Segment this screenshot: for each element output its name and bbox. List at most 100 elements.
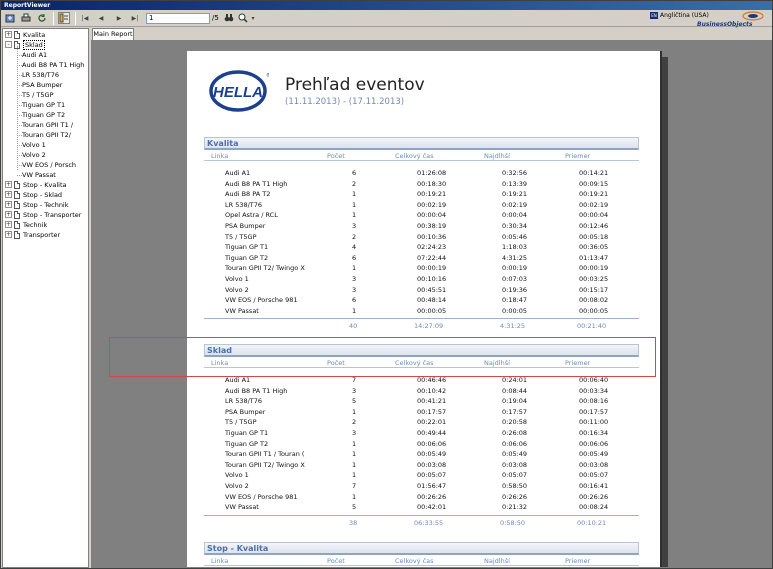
tree-leaf-node[interactable]: VW Passat xyxy=(22,170,56,179)
cell-linka: VW Passat xyxy=(225,503,259,512)
cell-linka: PSA Bumper xyxy=(225,407,266,416)
cell-najdlhsi: 0:19:36 xyxy=(502,285,528,294)
cell-priemer: 00:08:02 xyxy=(579,296,609,305)
language-indicator[interactable]: EN Angličtina (USA) xyxy=(650,11,709,19)
expand-icon[interactable]: + xyxy=(5,231,12,238)
section-total-row: 40 14:27:09 4:31:25 00:21:40 xyxy=(187,321,662,332)
tree-group-node[interactable]: + Stop - Sklad xyxy=(5,190,62,199)
total-pocet: 38 xyxy=(349,518,358,527)
next-page-icon[interactable]: ▶ xyxy=(113,13,125,24)
tree-leaf-node[interactable]: Tiguan GP T2 xyxy=(22,110,65,119)
cell-najdlhsi: 0:19:21 xyxy=(502,190,528,199)
previous-page-icon[interactable]: ◀ xyxy=(95,13,107,24)
expand-icon[interactable]: + xyxy=(5,201,12,208)
tree-group-node[interactable]: - Sklad xyxy=(5,39,45,50)
tree-leaf-node[interactable]: Tiguan GP T1 xyxy=(22,100,65,109)
cell-celkovy-cas: 00:03:08 xyxy=(417,460,447,469)
tree-node-label: Stop - Transporter xyxy=(23,210,82,219)
tree-leaf-node[interactable]: Volvo 2 xyxy=(22,150,46,159)
expand-icon[interactable]: + xyxy=(5,191,12,198)
expand-icon[interactable]: + xyxy=(5,31,12,38)
table-row: Volvo 2 7 01:56:47 0:58:50 00:16:41 xyxy=(187,481,662,492)
first-page-icon[interactable]: |◀ xyxy=(79,13,91,24)
cell-celkovy-cas: 00:05:49 xyxy=(417,450,447,459)
cell-linka: Audi A1 xyxy=(225,376,251,384)
report-viewer-window: ReportViewer |◀ ◀ ▶ ▶| 1 /5 ▾ EN Angličt… xyxy=(0,0,773,569)
cell-priemer: 00:19:21 xyxy=(579,190,609,199)
section-title: Kvalita xyxy=(204,137,639,150)
tree-node-label: Sklad xyxy=(23,39,45,50)
cell-pocet: 5 xyxy=(352,503,357,512)
tree-leaf-node[interactable]: LR 538/T76 xyxy=(22,70,59,79)
table-row: Touran GPII T2/ Twingo X 1 00:03:08 0:03:08… xyxy=(187,460,662,471)
cell-pocet: 1 xyxy=(352,211,357,220)
cell-linka: Tiguan GP T2 xyxy=(225,253,269,262)
cell-celkovy-cas: 00:02:19 xyxy=(417,200,447,209)
tree-leaf-node[interactable]: Touran GPII T1 / xyxy=(22,120,73,129)
column-header-celkovy-cas: Celkový čas xyxy=(395,152,434,160)
cell-pocet: 2 xyxy=(352,418,357,427)
cell-priemer: 00:00:05 xyxy=(579,306,609,315)
cell-celkovy-cas: 00:42:01 xyxy=(417,503,447,512)
tree-leaf-node[interactable]: Audi A1 xyxy=(22,50,47,59)
column-header-pocet: Počet xyxy=(327,557,345,565)
cell-najdlhsi: 0:21:32 xyxy=(502,503,528,512)
tree-group-node[interactable]: + Technik xyxy=(5,220,47,229)
cell-pocet: 2 xyxy=(352,179,357,188)
tree-leaf-node[interactable]: PSA Bumper xyxy=(22,80,62,89)
search-binoculars-icon[interactable] xyxy=(223,12,235,24)
tree-group-node[interactable]: + Stop - Transporter xyxy=(5,210,81,219)
column-header-priemer: Priemer xyxy=(565,152,591,160)
cell-najdlhsi: 0:26:26 xyxy=(502,492,528,501)
print-icon[interactable] xyxy=(20,12,32,24)
refresh-icon[interactable] xyxy=(36,12,48,24)
cell-linka: VW EOS / Porsche 981 xyxy=(225,296,298,305)
table-row: Tiguan GP T2 6 07:22:44 4:31:25 01:13:47 xyxy=(187,253,662,264)
document-icon xyxy=(14,190,20,199)
tree-leaf-node[interactable]: Volvo 1 xyxy=(22,140,46,149)
cell-celkovy-cas: 01:56:47 xyxy=(417,482,447,490)
cell-celkovy-cas: 00:49:44 xyxy=(417,429,447,437)
tree-leaf-node[interactable]: VW EOS / Porsch xyxy=(22,160,76,169)
total-celkovy-cas: 06:33:55 xyxy=(414,518,444,527)
zoom-dropdown-chevron-down-icon[interactable]: ▾ xyxy=(249,13,257,24)
table-row: Audi B8 PA T1 High 2 00:18:30 0:13:39 00:09:… xyxy=(187,179,662,190)
tab-main-report[interactable]: Main Report xyxy=(92,28,134,40)
tree-node-label: T5 / T5GP xyxy=(22,90,54,99)
cell-pocet: 6 xyxy=(352,253,357,262)
last-page-icon[interactable]: ▶| xyxy=(129,13,141,24)
expand-icon[interactable]: + xyxy=(5,221,12,228)
section-total-row: 38 06:33:55 0:58:50 00:10:21 xyxy=(187,518,662,529)
tree-leaf-node[interactable]: T5 / T5GP xyxy=(22,90,54,99)
table-row: Audi B8 PA T2 1 00:19:21 0:19:21 00:19:21 xyxy=(187,189,662,200)
tree-group-node[interactable]: + Stop - Kvalita xyxy=(5,180,67,189)
document-icon xyxy=(14,220,20,229)
cell-pocet: 1 xyxy=(352,471,357,480)
cell-linka: VW EOS / Porsche 981 xyxy=(225,492,298,501)
cell-linka: Touran GPII T2/ Twingo X xyxy=(225,264,305,273)
cell-priemer: 01:13:47 xyxy=(579,253,609,262)
tree-leaf-node[interactable]: Audi B8 PA T1 High xyxy=(22,60,84,69)
table-row: PSA Bumper 1 00:17:57 0:17:57 00:17:57 xyxy=(187,407,662,418)
tree-group-node[interactable]: + Transporter xyxy=(5,230,60,239)
group-tree-toggle-icon[interactable] xyxy=(58,12,70,24)
page-number-input[interactable]: 1 xyxy=(146,13,210,24)
expand-icon[interactable]: + xyxy=(5,181,12,188)
cell-celkovy-cas: 00:22:01 xyxy=(417,418,447,427)
cell-priemer: 00:03:25 xyxy=(579,275,609,283)
svg-text:HELLA: HELLA xyxy=(213,84,263,101)
tree-group-node[interactable]: + Kvalita xyxy=(5,30,45,39)
cell-pocet: 3 xyxy=(352,222,357,230)
tree-leaf-node[interactable]: Touran GPII T2/ xyxy=(22,130,71,139)
tree-group-node[interactable]: + Stop - Technik xyxy=(5,200,69,209)
tree-node-label: Stop - Technik xyxy=(23,200,69,209)
export-icon[interactable] xyxy=(4,12,16,24)
cell-celkovy-cas: 00:45:51 xyxy=(417,285,447,294)
expand-icon[interactable]: + xyxy=(5,211,12,218)
collapse-icon[interactable]: - xyxy=(5,41,12,48)
column-header-najdlhsi: Najdlhší xyxy=(484,152,510,160)
table-row: T5 / T5GP 2 00:10:36 0:05:46 00:05:18 xyxy=(187,232,662,243)
zoom-icon[interactable] xyxy=(237,12,249,24)
svg-text:®: ® xyxy=(266,72,269,79)
cell-priemer: 00:08:24 xyxy=(579,503,609,512)
